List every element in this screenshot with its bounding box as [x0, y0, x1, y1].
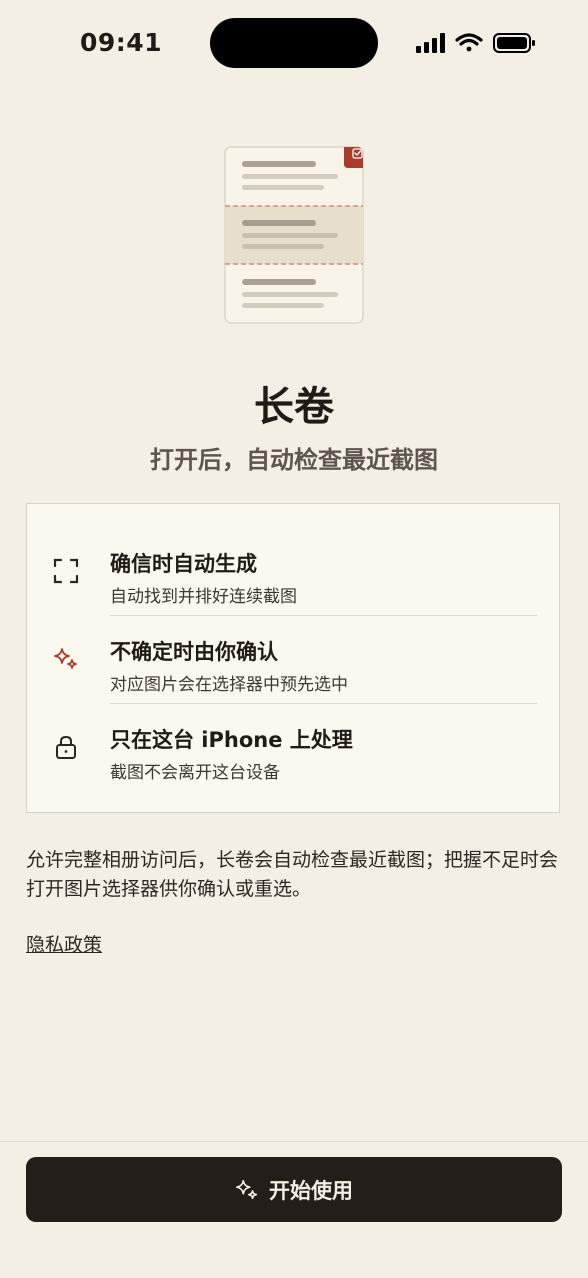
access-note: 允许完整相册访问后，长卷会自动检查最近截图；把握不足时会打开图片选择器供你确认或…: [26, 849, 559, 900]
sparkles-icon: [236, 1179, 258, 1199]
long-screenshot-illustration: [224, 146, 364, 324]
feature-title: 只在这台 iPhone 上处理: [110, 728, 353, 752]
divider: [110, 703, 537, 704]
feature-card: 确信时自动生成 自动找到并排好连续截图 不确定时由你确认 对应图片会在选择器中预…: [26, 503, 560, 813]
start-button[interactable]: 开始使用: [26, 1157, 562, 1222]
start-button-label: 开始使用: [269, 1178, 353, 1203]
feature-title: 确信时自动生成: [110, 552, 257, 576]
feature-auto-generate: 确信时自动生成 自动找到并排好连续截图: [27, 534, 559, 622]
feature-confirm: 不确定时由你确认 对应图片会在选择器中预先选中: [27, 622, 559, 710]
bottom-divider: [0, 1141, 588, 1142]
scan-frame-icon: [53, 558, 79, 584]
feature-description: 自动找到并排好连续截图: [110, 587, 297, 607]
cellular-signal-icon: [416, 33, 445, 53]
dynamic-island: [210, 18, 378, 68]
status-icons: [416, 33, 535, 53]
page-title: 长卷: [254, 384, 334, 430]
privacy-policy-link[interactable]: 隐私政策: [26, 930, 102, 957]
wifi-icon: [455, 33, 483, 52]
feature-description: 对应图片会在选择器中预先选中: [110, 675, 348, 695]
sparkles-icon: [54, 648, 77, 669]
feature-on-device: 只在这台 iPhone 上处理 截图不会离开这台设备: [27, 710, 559, 798]
lock-icon: [56, 735, 76, 759]
divider: [110, 615, 537, 616]
page-subtitle: 打开后，自动检查最近截图: [150, 446, 438, 474]
battery-icon: [493, 33, 535, 53]
feature-description: 截图不会离开这台设备: [110, 763, 280, 783]
check-badge-icon: [344, 147, 363, 168]
status-time: 09:41: [80, 28, 163, 57]
feature-title: 不确定时由你确认: [110, 640, 278, 664]
